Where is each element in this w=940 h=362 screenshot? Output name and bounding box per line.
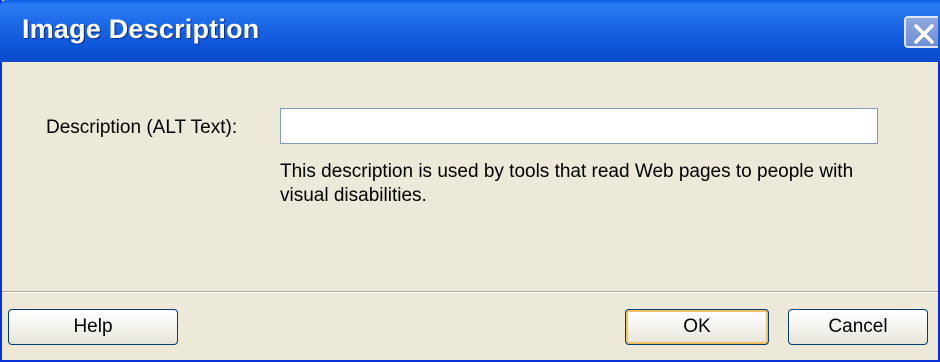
dialog-title: Image Description (22, 14, 260, 44)
image-description-dialog: Image Description Description (ALT Text)… (0, 0, 940, 362)
ok-button[interactable]: OK (625, 309, 769, 345)
description-label: Description (ALT Text): (46, 117, 238, 138)
description-input[interactable] (280, 108, 878, 144)
footer-separator (2, 291, 938, 293)
help-button[interactable]: Help (8, 309, 178, 345)
cancel-button[interactable]: Cancel (788, 309, 928, 345)
close-button[interactable] (904, 16, 938, 48)
close-icon (914, 24, 934, 44)
title-bar[interactable]: Image Description (0, 0, 940, 62)
description-help-text: This description is used by tools that r… (280, 161, 854, 206)
